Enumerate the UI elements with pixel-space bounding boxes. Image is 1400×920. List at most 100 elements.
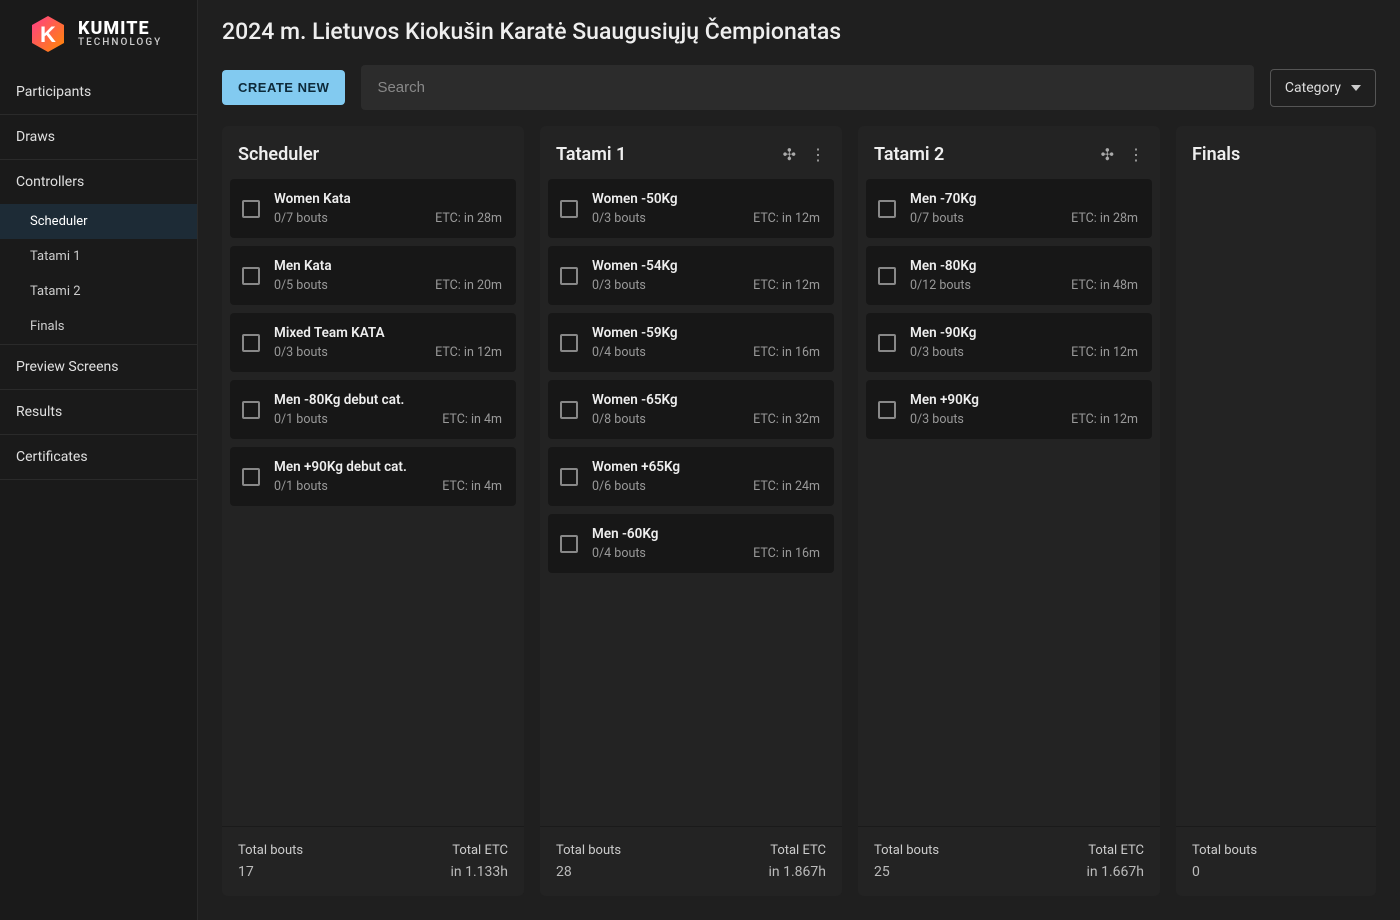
card-etc: ETC: in 4m	[442, 412, 502, 427]
column-footer: Total bouts17Total ETCin 1.133h	[222, 826, 524, 896]
checkbox[interactable]	[878, 401, 896, 419]
column-title: Scheduler	[238, 144, 319, 165]
card-content: Women -54Kg0/3 boutsETC: in 12m	[592, 258, 820, 293]
card-meta: 0/4 boutsETC: in 16m	[592, 345, 820, 360]
category-card[interactable]: Women +65Kg0/6 boutsETC: in 24m	[548, 447, 834, 506]
footer-bouts-value: 28	[556, 864, 621, 880]
checkbox[interactable]	[560, 468, 578, 486]
checkbox[interactable]	[560, 267, 578, 285]
category-card[interactable]: Men -80Kg0/12 boutsETC: in 48m	[866, 246, 1152, 305]
card-bouts: 0/6 bouts	[592, 479, 646, 494]
sidebar-item-draws[interactable]: Draws	[0, 115, 197, 160]
column-header: Tatami 1✣⋮	[540, 126, 842, 179]
card-etc: ETC: in 48m	[1071, 278, 1138, 293]
create-new-button[interactable]: CREATE NEW	[222, 70, 345, 105]
caret-down-icon	[1351, 85, 1361, 91]
card-meta: 0/7 bouts ETC: in 28m	[910, 211, 1138, 226]
checkbox[interactable]	[242, 401, 260, 419]
card-etc: ETC: in 28m	[1071, 211, 1138, 226]
checkbox[interactable]	[242, 468, 260, 486]
more-icon[interactable]: ⋮	[810, 145, 826, 164]
footer-bouts-label: Total bouts	[556, 843, 621, 858]
card-meta: 0/1 boutsETC: in 4m	[274, 412, 502, 427]
topbar: 2024 m. Lietuvos Kiokušin Karatė Suaugus…	[198, 0, 1400, 65]
card-content: Mixed Team KATA0/3 boutsETC: in 12m	[274, 325, 502, 360]
card-content: Men -80Kg0/12 boutsETC: in 48m	[910, 258, 1138, 293]
category-card[interactable]: Women -59Kg 0/4 boutsETC: in 16m	[548, 313, 834, 372]
card-title: Women -59Kg	[592, 325, 820, 341]
card-etc: ETC: in 24m	[753, 479, 820, 494]
card-content: Women +65Kg0/6 boutsETC: in 24m	[592, 459, 820, 494]
card-content: Men -80Kg debut cat. 0/1 boutsETC: in 4m	[274, 392, 502, 427]
category-card[interactable]: Men +90Kg0/3 boutsETC: in 12m	[866, 380, 1152, 439]
move-icon[interactable]: ✣	[783, 145, 796, 164]
sidebar-item-participants[interactable]: Participants	[0, 70, 197, 115]
category-card[interactable]: Women Kata0/7 boutsETC: in 28m	[230, 179, 516, 238]
category-card[interactable]: Men -80Kg debut cat. 0/1 boutsETC: in 4m	[230, 380, 516, 439]
card-bouts: 0/3 bouts	[592, 278, 646, 293]
card-meta: 0/8 boutsETC: in 32m	[592, 412, 820, 427]
checkbox[interactable]	[560, 334, 578, 352]
checkbox[interactable]	[560, 401, 578, 419]
category-card[interactable]: Women -65Kg0/8 boutsETC: in 32m	[548, 380, 834, 439]
sidebar-subitem-tatami-1[interactable]: Tatami 1	[0, 239, 197, 274]
sidebar-subitem-tatami-2[interactable]: Tatami 2	[0, 274, 197, 309]
card-title: Men -80Kg debut cat.	[274, 392, 502, 408]
card-bouts: 0/3 bouts	[910, 412, 964, 427]
category-dropdown[interactable]: Category	[1270, 69, 1376, 107]
card-content: Men -90Kg0/3 boutsETC: in 12m	[910, 325, 1138, 360]
card-bouts: 0/7 bouts	[910, 211, 964, 226]
card-meta: 0/12 boutsETC: in 48m	[910, 278, 1138, 293]
card-meta: 0/3 boutsETC: in 12m	[592, 278, 820, 293]
move-icon[interactable]: ✣	[1101, 145, 1114, 164]
column-body: Women Kata0/7 boutsETC: in 28m Men Kata0/…	[222, 179, 524, 826]
sidebar-item-certificates[interactable]: Certificates	[0, 435, 197, 480]
checkbox[interactable]	[878, 334, 896, 352]
card-etc: ETC: in 12m	[1071, 412, 1138, 427]
column-scheduler: Scheduler Women Kata0/7 boutsETC: in 28m M…	[222, 126, 524, 896]
column-actions: ✣⋮	[783, 145, 826, 164]
checkbox[interactable]	[560, 535, 578, 553]
category-card[interactable]: Women -50Kg0/3 boutsETC: in 12m	[548, 179, 834, 238]
checkbox[interactable]	[560, 200, 578, 218]
card-bouts: 0/1 bouts	[274, 479, 328, 494]
nav: Participants Draws Controllers Scheduler…	[0, 70, 197, 480]
category-card[interactable]: Men +90Kg debut cat.0/1 boutsETC: in 4m	[230, 447, 516, 506]
card-etc: ETC: in 28m	[435, 211, 502, 226]
logo-icon: K	[28, 14, 68, 54]
column-header: Finals	[1176, 126, 1376, 179]
category-card[interactable]: Men Kata0/5 boutsETC: in 20m	[230, 246, 516, 305]
column-tatami2: Tatami 2✣⋮Men -70Kg0/7 boutsETC: in 28mM…	[858, 126, 1160, 896]
card-etc: ETC: in 4m	[442, 479, 502, 494]
main: 2024 m. Lietuvos Kiokušin Karatė Suaugus…	[198, 0, 1400, 920]
card-bouts: 0/8 bouts	[592, 412, 646, 427]
checkbox[interactable]	[878, 200, 896, 218]
column-title: Tatami 2	[874, 144, 944, 165]
sidebar-item-controllers[interactable]: Controllers	[0, 160, 197, 204]
sidebar-item-results[interactable]: Results	[0, 390, 197, 435]
footer-etc-value: in 1.667h	[1087, 864, 1144, 880]
card-etc: ETC: in 16m	[753, 345, 820, 360]
card-content: Men -70Kg0/7 boutsETC: in 28m	[910, 191, 1138, 226]
more-icon[interactable]: ⋮	[1128, 145, 1144, 164]
footer-bouts: Total bouts25	[874, 843, 939, 880]
footer-bouts-value: 25	[874, 864, 939, 880]
sidebar-subitem-finals[interactable]: Finals	[0, 309, 197, 344]
category-card[interactable]: Mixed Team KATA0/3 boutsETC: in 12m	[230, 313, 516, 372]
column-header: Tatami 2 ✣ ⋮	[858, 126, 1160, 179]
checkbox[interactable]	[242, 334, 260, 352]
logo[interactable]: K KUMITE TECHNOLOGY	[0, 0, 197, 70]
search-input[interactable]	[361, 65, 1253, 110]
category-card[interactable]: Men -90Kg0/3 boutsETC: in 12m	[866, 313, 1152, 372]
category-card[interactable]: Men -70Kg0/7 boutsETC: in 28m	[866, 179, 1152, 238]
column-footer: Total bouts0	[1176, 826, 1376, 896]
category-card[interactable]: Men -60Kg0/4 boutsETC: in 16m	[548, 514, 834, 573]
checkbox[interactable]	[878, 267, 896, 285]
card-meta: 0/4 boutsETC: in 16m	[592, 546, 820, 561]
sidebar-item-preview-screens[interactable]: Preview Screens	[0, 345, 197, 390]
sidebar: K KUMITE TECHNOLOGY Participants Draws C…	[0, 0, 198, 920]
checkbox[interactable]	[242, 267, 260, 285]
checkbox[interactable]	[242, 200, 260, 218]
category-card[interactable]: Women -54Kg0/3 boutsETC: in 12m	[548, 246, 834, 305]
sidebar-subitem-scheduler[interactable]: Scheduler	[0, 204, 197, 239]
